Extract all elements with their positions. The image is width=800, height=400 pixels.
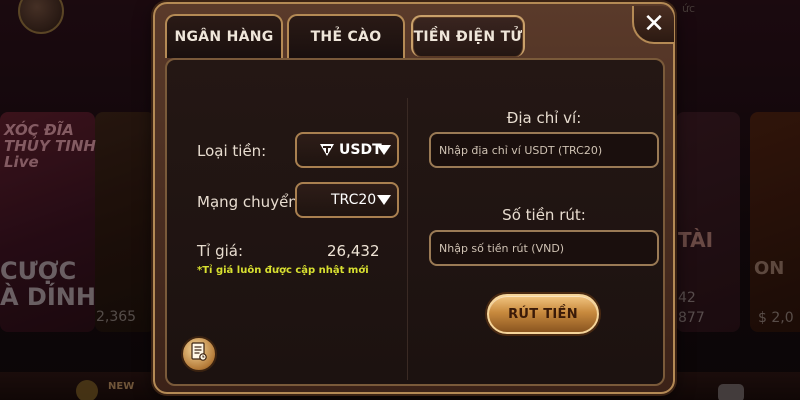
network-value: TRC20 [331,192,377,208]
currency-select[interactable]: USDT [295,132,399,168]
close-icon: ✕ [643,9,665,39]
rate-value: 26,432 [327,242,380,260]
currency-label: Loại tiền: [197,142,267,160]
tab-label: THẺ CÀO [310,29,382,45]
tab-label: TIỀN ĐIỆN TỬ [413,29,523,45]
network-label: Mạng chuyển: [197,193,303,211]
divider [407,98,408,380]
withdraw-button[interactable]: RÚT TIỀN [487,294,599,334]
chevron-down-icon [377,145,391,155]
rate-note: *Tỉ giá luôn được cập nhật mới [197,265,369,276]
crypto-withdraw-panel: Loại tiền: USDT Mạng chuyển: TRC20 Tỉ gi… [165,58,665,386]
network-select[interactable]: TRC20 [295,182,399,218]
close-button[interactable]: ✕ [632,6,674,44]
tab-bank[interactable]: NGÂN HÀNG [165,14,283,58]
withdraw-modal: NGÂN HÀNG THẺ CÀO TIỀN ĐIỆN TỬ ✕ Loại ti… [153,2,675,394]
receipt-icon [190,342,208,366]
tether-icon [319,142,335,158]
rate-label: Tỉ giá: [197,242,244,260]
withdraw-amount-input[interactable] [429,230,659,266]
history-button[interactable] [181,336,217,372]
chevron-down-icon [377,195,391,205]
tab-label: NGÂN HÀNG [174,29,274,45]
currency-value: USDT [339,142,382,158]
withdraw-button-label: RÚT TIỀN [508,306,578,322]
wallet-address-input[interactable] [429,132,659,168]
wallet-address-label: Địa chỉ ví: [506,109,582,127]
tab-crypto[interactable]: TIỀN ĐIỆN TỬ [411,15,525,57]
tab-scratch-card[interactable]: THẺ CÀO [287,14,405,58]
withdraw-amount-label: Số tiền rút: [502,206,586,224]
